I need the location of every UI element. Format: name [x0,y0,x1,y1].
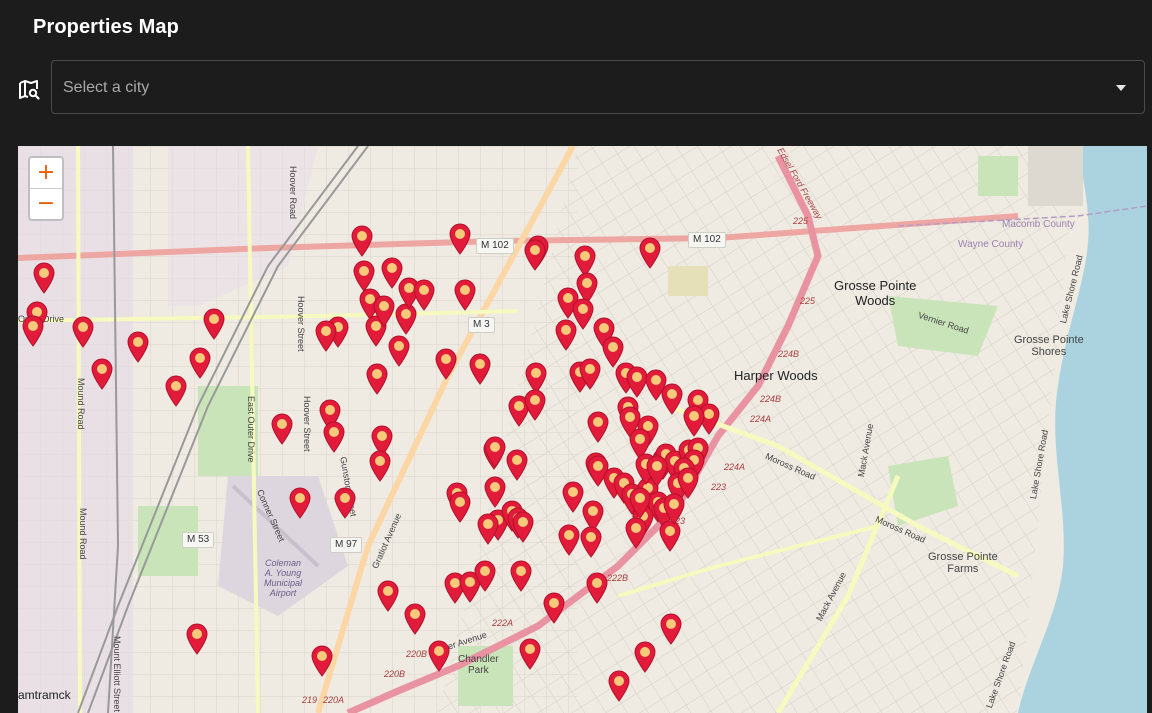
property-marker-icon[interactable] [607,670,631,702]
property-marker-icon[interactable] [509,560,533,592]
label-macomb-county: Macomb County [1002,219,1075,230]
property-marker-icon[interactable] [21,315,45,347]
property-marker-icon[interactable] [350,225,374,257]
label-harper-woods: Harper Woods [734,368,818,383]
property-marker-icon[interactable] [579,526,603,558]
properties-map[interactable]: + − Grosse Pointe Woods Harper Woods Gro… [18,146,1147,713]
property-marker-icon[interactable] [314,320,338,352]
property-marker-icon[interactable] [188,347,212,379]
property-marker-icon[interactable] [624,517,648,549]
property-marker-icon[interactable] [412,279,436,311]
zoom-control: + − [28,156,64,221]
property-marker-icon[interactable] [578,358,602,390]
property-marker-icon[interactable] [638,237,662,269]
property-marker-icon[interactable] [448,491,472,523]
property-marker-icon[interactable] [505,449,529,481]
property-marker-icon[interactable] [676,467,700,499]
label-exit-224b-a: 224B [778,349,800,359]
property-marker-icon[interactable] [333,487,357,519]
label-exit-224a-a: 224A [750,414,772,424]
label-exit-225-b: 225 [800,296,816,306]
label-exit-222b: 222B [607,573,629,583]
property-marker-icon[interactable] [202,308,226,340]
property-marker-icon[interactable] [368,450,392,482]
page-title: Properties Map [33,16,179,38]
property-marker-icon[interactable] [387,335,411,367]
label-exit-224a-b: 224A [724,462,746,472]
label-exit-224b-b: 224B [760,394,782,404]
property-marker-icon[interactable] [453,279,477,311]
property-marker-icon[interactable] [682,405,706,437]
label-grosse-pointe-woods: Grosse Pointe Woods [834,278,917,308]
property-marker-icon[interactable] [288,487,312,519]
shield-m102-a: M 102 [476,238,514,254]
property-marker-icon[interactable] [586,411,610,443]
label-east-outer-drive: East Outer Drive [246,396,256,463]
property-marker-icon[interactable] [633,641,657,673]
label-chandler-park: Chandler Park [458,654,499,676]
label-wayne-county: Wayne County [958,239,1024,250]
label-hamtramck: amtramck [18,688,71,702]
property-marker-icon[interactable] [483,436,507,468]
label-exit-225-a: 225 [793,216,809,226]
property-marker-icon[interactable] [126,331,150,363]
label-exit-222a: 222A [492,618,514,628]
label-grosse-pointe-farms: Grosse Pointe Farms [928,551,998,575]
property-marker-icon[interactable] [511,511,535,543]
shield-m97: M 97 [330,537,363,553]
property-marker-icon[interactable] [164,375,188,407]
shield-m53: M 53 [182,532,215,548]
property-marker-icon[interactable] [403,603,427,635]
property-marker-icon[interactable] [322,421,346,453]
property-marker-icon[interactable] [427,640,451,672]
label-exit-220b-a: 220B [406,649,428,659]
chevron-down-icon[interactable] [1116,85,1126,91]
property-marker-icon[interactable] [71,316,95,348]
property-marker-icon[interactable] [660,383,684,415]
property-marker-icon[interactable] [557,524,581,556]
label-hoover-road: Hoover Road [288,166,298,220]
map-search-icon [19,80,40,100]
property-marker-icon[interactable] [476,513,500,545]
property-marker-icon[interactable] [518,638,542,670]
property-marker-icon[interactable] [32,262,56,294]
property-marker-icon[interactable] [448,223,472,255]
property-marker-icon[interactable] [523,389,547,421]
zoom-in-button[interactable]: + [30,158,62,188]
zoom-out-button[interactable]: − [30,188,62,219]
property-marker-icon[interactable] [585,572,609,604]
label-grosse-pointe-shores: Grosse Pointe Shores [1014,334,1084,358]
property-marker-icon[interactable] [468,353,492,385]
property-marker-icon[interactable] [310,645,334,677]
property-marker-icon[interactable] [628,487,652,519]
label-exit-220b-b: 220B [384,669,406,679]
label-exit-219: 219 [302,695,318,705]
property-marker-icon[interactable] [365,363,389,395]
shield-m3: M 3 [468,317,495,333]
label-exit-220a: 220A [323,695,345,705]
property-marker-icon[interactable] [372,295,396,327]
label-mound-road: Mound Road [76,378,86,430]
city-select[interactable]: Select a city [51,60,1145,114]
label-airport: Coleman A. Young Municipal Airport [264,558,303,598]
property-marker-icon[interactable] [542,592,566,624]
shield-m102-b: M 102 [688,232,726,248]
property-marker-icon[interactable] [185,623,209,655]
label-exit-223-a: 223 [711,482,727,492]
label-mound-road-2: Mound Road [78,508,88,560]
label-hoover-street-2: Hoover Street [302,396,312,452]
property-marker-icon[interactable] [659,613,683,645]
label-hoover-street: Hoover Street [296,296,306,352]
property-marker-icon[interactable] [270,413,294,445]
city-select-placeholder: Select a city [63,79,150,96]
property-marker-icon[interactable] [90,358,114,390]
property-marker-icon[interactable] [376,580,400,612]
label-mount-elliott: Mount Elliott Street [112,636,122,713]
property-marker-icon[interactable] [523,239,547,271]
property-marker-icon[interactable] [434,348,458,380]
property-marker-icon[interactable] [473,560,497,592]
